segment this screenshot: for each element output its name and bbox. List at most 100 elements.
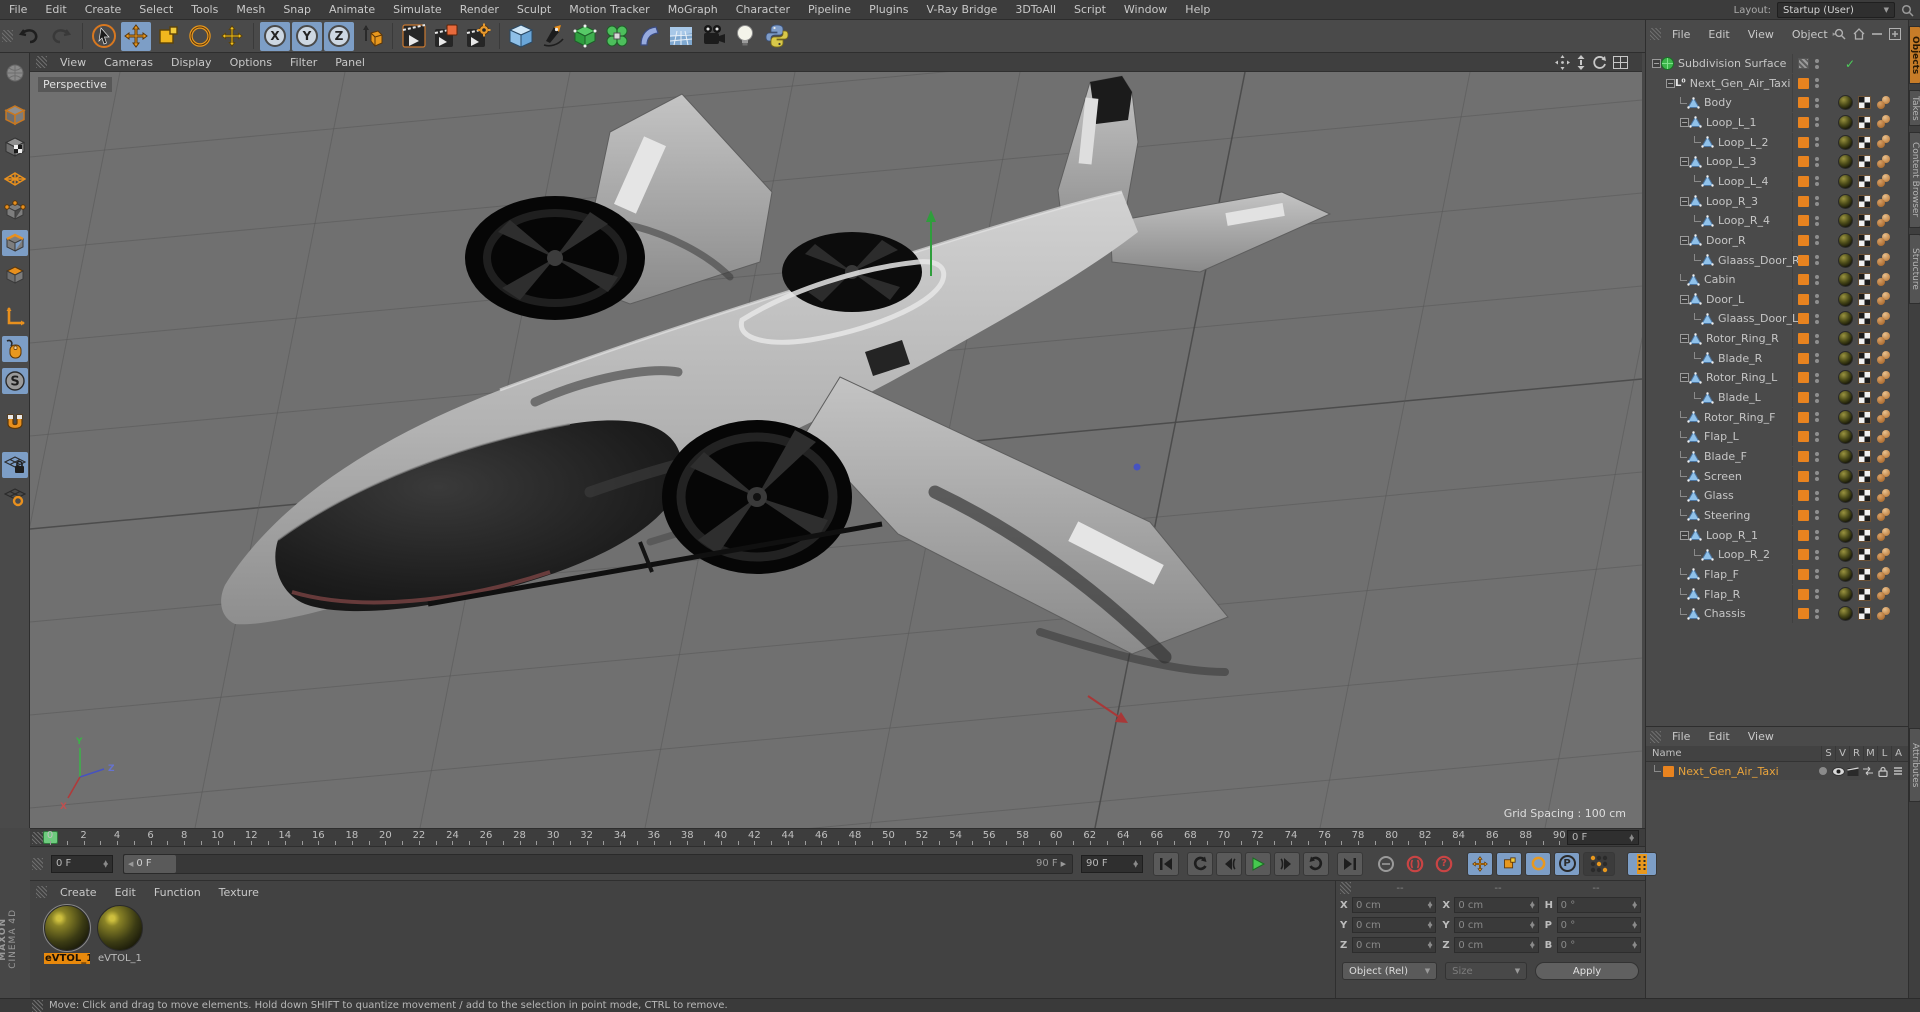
material-tag-icon[interactable] (1838, 252, 1853, 268)
uvw-tag-icon[interactable] (1858, 607, 1871, 621)
tree-row-blade-f[interactable]: Blade_F (1646, 447, 1909, 466)
tree-row-chassis[interactable]: Chassis (1646, 604, 1909, 624)
tree-row-screen[interactable]: Screen (1646, 466, 1909, 486)
tree-row-loop-l-3[interactable]: − Loop_L_3 (1646, 152, 1909, 172)
visibility-dots-icon[interactable] (1815, 490, 1819, 501)
viewport-pan-icon[interactable] (1555, 55, 1570, 70)
redo-button[interactable] (46, 22, 76, 51)
tree-row-flap-r[interactable]: Flap_R (1646, 584, 1909, 604)
layer-menu-file[interactable]: File (1663, 730, 1699, 743)
phong-tag-icon[interactable] (1876, 174, 1892, 188)
live-selection-tool[interactable] (89, 22, 119, 51)
rotation-field-p[interactable]: 0 ° ▲ ▼ (1556, 917, 1641, 933)
stepper-icon[interactable]: ▲ ▼ (1530, 921, 1535, 930)
uvw-tag-icon[interactable] (1858, 528, 1871, 542)
layer-visibility-icon[interactable] (1831, 764, 1845, 778)
visibility-dots-icon[interactable] (1815, 608, 1819, 619)
phong-tag-icon[interactable] (1876, 95, 1892, 110)
om-home-icon[interactable] (1853, 28, 1865, 40)
material-tag-icon[interactable] (1838, 547, 1853, 563)
viewport-menu-filter[interactable]: Filter (281, 56, 326, 69)
phong-tag-icon[interactable] (1876, 488, 1892, 503)
status-grip[interactable] (32, 999, 43, 1012)
visibility-dots-icon[interactable] (1815, 569, 1819, 580)
layer-lock-icon[interactable] (1876, 764, 1890, 778)
material-item-1[interactable]: eVTOL_1 (43, 904, 92, 964)
stepper-icon[interactable]: ▲ ▼ (1530, 941, 1535, 950)
visibility-dots-icon[interactable] (1815, 58, 1819, 69)
material-tag-icon[interactable] (1838, 488, 1853, 504)
tree-row-glaass-door-l[interactable]: Glaass_Door_L (1646, 309, 1909, 329)
uvw-tag-icon[interactable] (1858, 567, 1871, 581)
tab-objects[interactable]: Objects (1909, 26, 1920, 84)
layer-tag-icon[interactable] (1798, 588, 1809, 600)
uvw-tag-icon[interactable] (1858, 194, 1871, 208)
coordinate-mode-dropdown[interactable]: Object (Rel) ▼ (1342, 962, 1438, 980)
tree-row-loop-r-2[interactable]: Loop_R_2 (1646, 545, 1909, 565)
uvw-tag-icon[interactable] (1858, 371, 1871, 385)
tree-expander[interactable]: − (1680, 530, 1689, 540)
layer-tag-icon[interactable] (1798, 509, 1809, 521)
tree-expander[interactable]: − (1680, 157, 1689, 167)
tab-content-browser[interactable]: Content Browser (1909, 132, 1920, 228)
main-menu-snap[interactable]: Snap (274, 3, 320, 16)
tree-expander[interactable]: − (1680, 334, 1689, 344)
main-menu-motion-tracker[interactable]: Motion Tracker (560, 3, 658, 16)
material-tag-icon[interactable] (1838, 409, 1853, 425)
layer-tag-icon[interactable] (1798, 490, 1809, 502)
material-tag-icon[interactable] (1838, 232, 1853, 248)
uvw-tag-icon[interactable] (1858, 312, 1871, 326)
layer-color-swatch[interactable] (1663, 765, 1674, 777)
layer-tag-icon[interactable] (1798, 293, 1809, 305)
material-menu-edit[interactable]: Edit (106, 886, 145, 899)
polygon-mode-button[interactable] (2, 262, 28, 288)
viewport-menu-panel[interactable]: Panel (326, 56, 374, 69)
uvw-tag-icon[interactable] (1858, 155, 1871, 169)
phong-tag-icon[interactable] (1876, 115, 1892, 129)
lock-x-axis-button[interactable]: X (260, 21, 290, 51)
visibility-dots-icon[interactable] (1815, 372, 1819, 383)
lock-workplane-button[interactable] (1, 452, 28, 478)
phong-tag-icon[interactable] (1876, 410, 1892, 424)
layer-tag-icon[interactable] (1798, 195, 1809, 207)
main-menu-tools[interactable]: Tools (182, 3, 227, 16)
position-field-x[interactable]: 0 cm ▲ ▼ (1352, 897, 1437, 913)
phong-tag-icon[interactable] (1876, 567, 1892, 581)
size-mode-dropdown[interactable]: Size ▼ (1445, 962, 1528, 980)
material-tag-icon[interactable] (1838, 527, 1853, 543)
main-menu-render[interactable]: Render (451, 3, 508, 16)
python-script-button[interactable] (762, 22, 792, 51)
uvw-tag-icon[interactable] (1858, 233, 1871, 247)
frame-start-field[interactable]: 0 F ▲ ▼ (51, 854, 113, 873)
layer-tag-icon[interactable] (1798, 431, 1809, 443)
viewport-3d[interactable]: Y Z X Perspective Grid Spacing : 100 cm (30, 72, 1642, 828)
material-tag-icon[interactable] (1838, 350, 1853, 366)
transport-grip[interactable] (32, 857, 43, 870)
material-tag-icon[interactable] (1838, 95, 1853, 111)
phong-tag-icon[interactable] (1876, 213, 1892, 228)
visibility-dots-icon[interactable] (1815, 137, 1819, 148)
stepper-icon[interactable]: ▲ ▼ (103, 859, 108, 868)
tree-row-rotor-ring-l[interactable]: − Rotor_Ring_L (1646, 368, 1909, 388)
playback-range-slider[interactable]: ◀ 0 F 90 F ▶ (123, 853, 1073, 874)
material-tag-icon[interactable] (1838, 311, 1853, 327)
visibility-dots-icon[interactable] (1815, 117, 1819, 128)
visibility-dots-icon[interactable] (1815, 392, 1819, 403)
layer-panel-grip[interactable] (1650, 730, 1661, 743)
om-menu-file[interactable]: File (1663, 28, 1699, 41)
layer-tag-icon[interactable] (1798, 392, 1809, 404)
main-menu-select[interactable]: Select (130, 3, 182, 16)
phong-tag-icon[interactable] (1876, 351, 1892, 365)
lock-y-axis-button[interactable]: Y (292, 21, 322, 51)
tree-row-rotor-ring-r[interactable]: − Rotor_Ring_R (1646, 329, 1909, 349)
object-axis-z[interactable] (1133, 463, 1141, 471)
visibility-dots-icon[interactable] (1815, 471, 1819, 482)
size-field-x[interactable]: 0 cm ▲ ▼ (1454, 897, 1539, 913)
visibility-dots-icon[interactable] (1815, 333, 1819, 344)
stepper-icon[interactable]: ▲ ▼ (1632, 921, 1637, 930)
visibility-dots-icon[interactable] (1815, 176, 1819, 187)
main-menu-plugins[interactable]: Plugins (860, 3, 917, 16)
layer-tag-icon[interactable] (1798, 529, 1809, 541)
visibility-dots-icon[interactable] (1815, 215, 1819, 226)
uvw-tag-icon[interactable] (1858, 508, 1871, 522)
